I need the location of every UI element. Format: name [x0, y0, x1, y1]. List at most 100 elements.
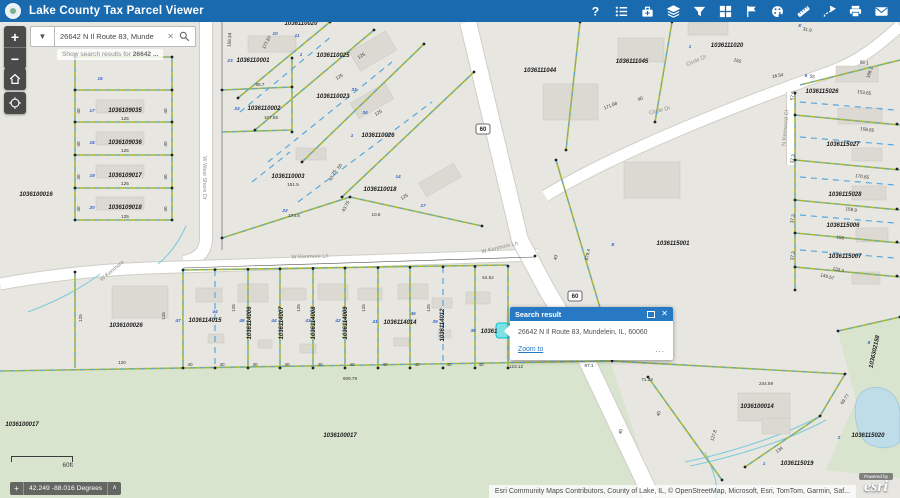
dimension-label: 244.69 [759, 381, 773, 386]
dimension-label: 40 [187, 362, 193, 367]
lot-number-label: 10 [272, 31, 278, 37]
esri-logo: Powered by esri [854, 473, 898, 496]
selected-parcel-label: 10361 [481, 329, 498, 335]
popup-footer: Zoom to ... [510, 340, 673, 360]
svg-text:60: 60 [480, 127, 487, 133]
filter-icon[interactable] [691, 3, 708, 20]
measurement-icon[interactable] [795, 3, 812, 20]
parcel-label: 1036114009 [343, 306, 349, 340]
lot-number-label: 20 [88, 205, 95, 211]
dimension-label: 40 [317, 362, 323, 367]
search-suggestion[interactable]: Show search results for 26642 ... [57, 49, 163, 60]
map-canvas[interactable]: 6060W West Shore DrW KenmoreW Kenmore Ln… [0, 0, 900, 498]
home-button[interactable] [4, 68, 26, 90]
print-icon[interactable] [847, 3, 864, 20]
locate-button[interactable] [4, 92, 26, 114]
maximize-icon[interactable] [647, 311, 655, 318]
dimension-label: 40 [414, 362, 420, 367]
parcel-label: 1036109017 [108, 173, 142, 179]
popup-pointer [504, 325, 510, 337]
dimension-label: 107.65 [264, 115, 278, 120]
draw-icon[interactable] [769, 3, 786, 20]
parcel-label: 1036100017 [5, 422, 39, 428]
dimension-label: 125 [121, 181, 129, 186]
parcel-label: 1036110018 [364, 187, 398, 193]
basemap-gallery-icon[interactable] [717, 3, 734, 20]
add-data-icon[interactable] [639, 3, 656, 20]
lot-number-label: 46 [409, 311, 416, 317]
chevron-up-icon[interactable]: ∧ [107, 482, 120, 495]
popup-header: Search result ✕ [510, 307, 673, 321]
lot-number-label: 1 [351, 133, 354, 139]
parcel-label: 1036115020 [852, 433, 886, 439]
lot-number-label: 2 [837, 435, 841, 441]
parcel-label: 1036115001 [657, 241, 691, 247]
lot-number-label: 6 [805, 73, 808, 79]
crosshair-icon[interactable]: + [10, 482, 24, 495]
dimension-label: 40 [163, 206, 168, 212]
dimension-label: 609.79 [343, 376, 357, 381]
zoom-out-button[interactable]: − [4, 47, 26, 69]
close-icon[interactable]: ✕ [661, 310, 668, 318]
clear-search-icon[interactable]: ✕ [164, 32, 177, 41]
help-icon[interactable]: ? [587, 3, 604, 20]
route-shield: 60 [568, 291, 582, 301]
app-header: Lake County Tax Parcel Viewer ? [0, 0, 900, 22]
parcel-label: 1036111045 [616, 59, 649, 65]
parcel-label: 1036115007 [829, 254, 863, 260]
bookmark-icon[interactable] [743, 3, 760, 20]
search-input[interactable] [55, 32, 164, 41]
dimension-label: 40 [163, 141, 168, 147]
lot-number-label: 17 [420, 203, 426, 209]
dimension-label: 40 [252, 362, 258, 367]
lot-number-label: 11 [295, 33, 300, 39]
zoom-in-button[interactable]: + [4, 26, 26, 47]
parcel-label: 1036110001 [237, 58, 271, 64]
dimension-label: 125 [231, 304, 236, 312]
search-icon[interactable] [177, 31, 195, 42]
lot-number-label: 38 [470, 328, 476, 334]
search-source-dropdown[interactable]: ▼ [30, 26, 55, 47]
lot-number-label: 39 [432, 319, 438, 325]
lot-number-label: 23 [226, 58, 233, 64]
scale-bar: 60ft [11, 456, 73, 469]
lot-number-label: 17 [89, 108, 95, 114]
svg-text:?: ? [592, 4, 599, 18]
lot-number-label: 1 [300, 52, 303, 58]
lot-number-label: 8 [868, 340, 871, 346]
parcel-label: 1036100014 [740, 404, 774, 410]
lot-number-label: 45 [238, 318, 245, 324]
parcel-label: 1036100017 [323, 433, 357, 439]
dimension-label: 54.52 [482, 275, 494, 280]
lot-number-label: 44 [211, 309, 218, 315]
tax-parcel-viewer-app: 6060W West Shore DrW KenmoreW Kenmore Ln… [0, 0, 900, 498]
dimension-label: 125 [121, 148, 129, 153]
lot-number-label: 19 [89, 173, 95, 179]
parcel-label: 1036114014 [384, 320, 418, 326]
dimension-label: 125 [296, 304, 301, 312]
lot-number-label: 33 [351, 87, 357, 93]
map-attribution: Esri Community Maps Contributors, County… [489, 485, 856, 498]
search-result-popup: Search result ✕ 26642 N Il Route 83, Mun… [510, 307, 673, 360]
dimension-label: 40 [76, 174, 81, 180]
parcel-label: 1036115026 [806, 89, 840, 95]
directions-icon[interactable] [821, 3, 838, 20]
lot-number-label: 47 [174, 318, 181, 324]
parcel-label: 1036114007 [279, 306, 285, 340]
dimension-label: 40 [163, 174, 168, 180]
parcel-label: 1036115019 [781, 461, 815, 467]
parcel-label: 1036114006 [247, 306, 253, 340]
layer-list-icon[interactable] [665, 3, 682, 20]
parcel-label: 1036110003 [272, 174, 306, 180]
street-label: W West Shore Dr [201, 156, 207, 200]
popup-more-icon[interactable]: ... [655, 349, 665, 351]
parcel-label: 1036115006 [827, 223, 861, 229]
legend-icon[interactable] [613, 3, 630, 20]
parcel-label: 1036100026 [109, 323, 143, 329]
header-toolbar: ? [587, 3, 900, 20]
dimension-label: 40 [284, 362, 290, 367]
parcel-label: 1036115028 [829, 192, 863, 198]
share-icon[interactable] [873, 3, 890, 20]
svg-text:60: 60 [572, 294, 579, 300]
zoom-to-link[interactable]: Zoom to [518, 346, 655, 353]
